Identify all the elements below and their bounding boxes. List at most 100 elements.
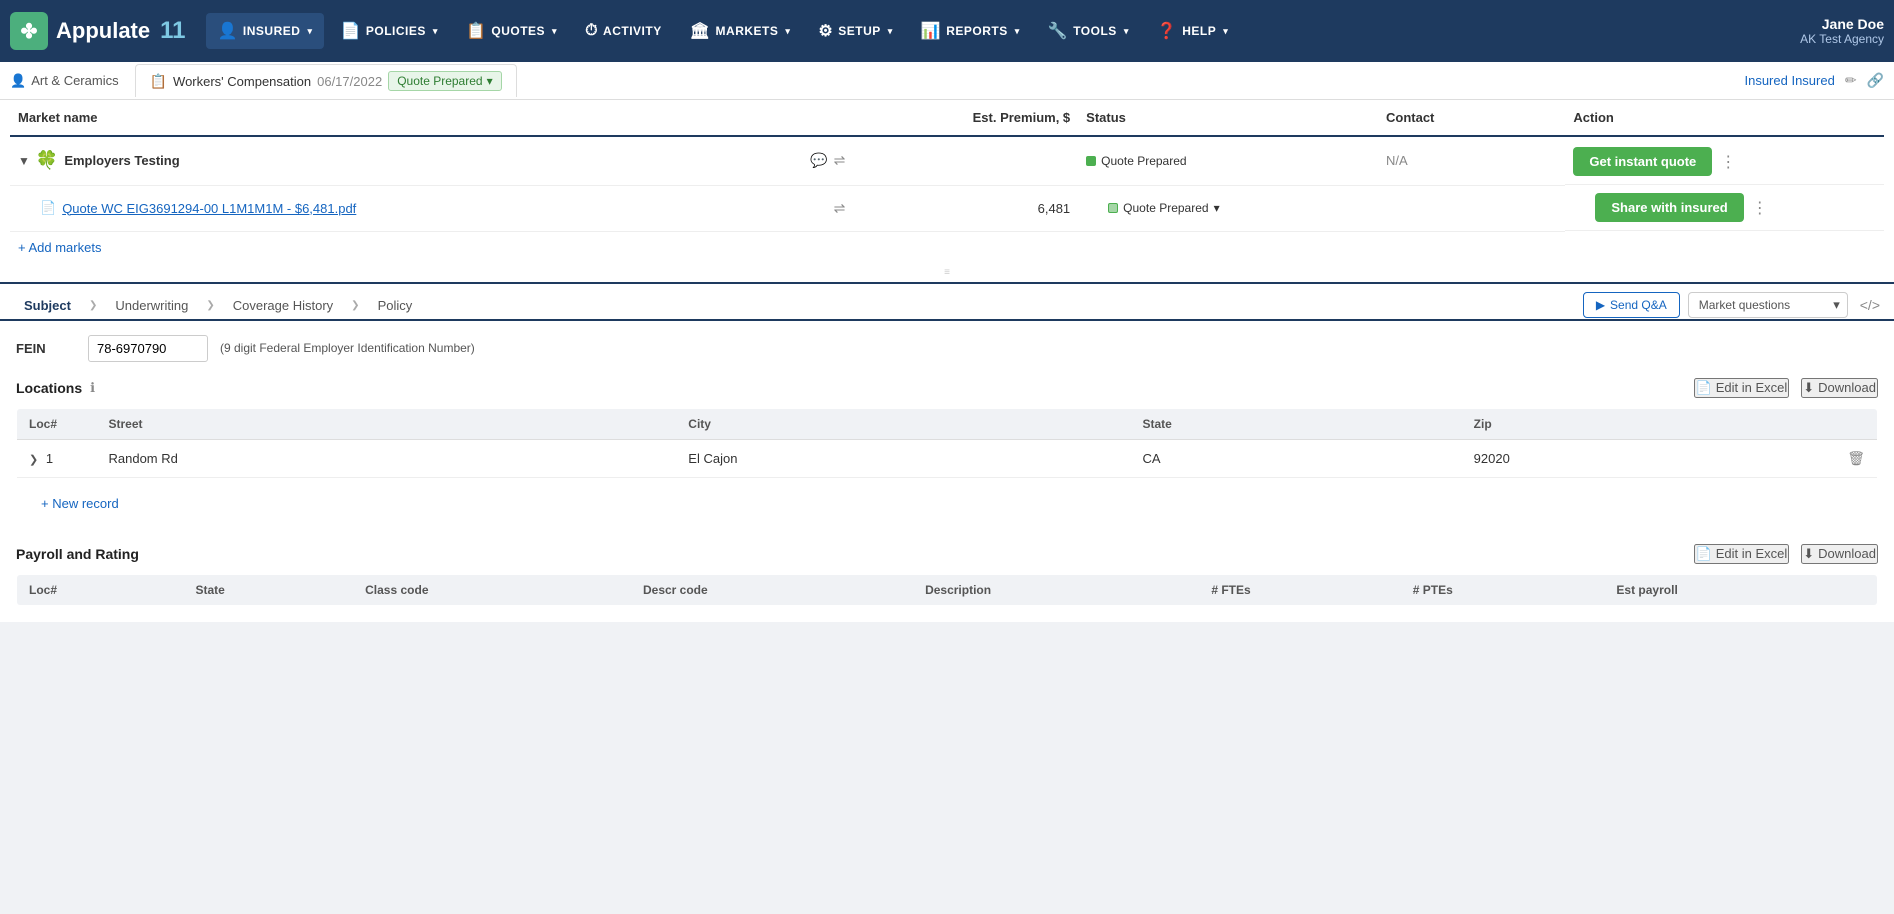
market-name-text: Employers Testing xyxy=(64,153,179,168)
download-icon: ⬇ xyxy=(1803,380,1814,396)
pr-col-description: Description xyxy=(913,574,1199,605)
market-flow-icon[interactable]: ⇌ xyxy=(834,152,846,169)
quote-more-menu-button[interactable]: ⋮ xyxy=(1752,198,1768,218)
market-table-wrap: Market name Est. Premium, $ Status Conta… xyxy=(0,100,1894,284)
market-chat-icon[interactable]: 💬 xyxy=(810,152,827,169)
status-badge[interactable]: Quote Prepared ▾ xyxy=(388,71,501,91)
tab-subject-label: Subject xyxy=(24,298,71,313)
nav-policies-label: POLICIES xyxy=(366,24,426,38)
get-instant-quote-button[interactable]: Get instant quote xyxy=(1573,147,1712,176)
scroll-hint: ≡ xyxy=(10,263,1884,282)
nav-item-tools[interactable]: 🔧 TOOLS ▾ xyxy=(1036,13,1141,49)
share-insured-icon[interactable]: 🔗 xyxy=(1867,72,1884,89)
quote-status-dropdown-icon[interactable]: ▾ xyxy=(1214,201,1220,215)
tabs-bar: Subject ❯ Underwriting ❯ Coverage Histor… xyxy=(0,284,1894,321)
locations-title: Locations xyxy=(16,380,82,396)
tab-policy[interactable]: Policy xyxy=(364,292,427,319)
payroll-download-icon: ⬇ xyxy=(1803,546,1814,562)
breadcrumb-tab[interactable]: 📋 Workers' Compensation 06/17/2022 Quote… xyxy=(135,64,517,97)
nav-item-quotes[interactable]: 📋 QUOTES ▾ xyxy=(454,13,569,49)
nav-item-policies[interactable]: 📄 POLICIES ▾ xyxy=(328,13,449,49)
quote-row: 📄 Quote WC EIG3691294-00 L1M1M1M - $6,48… xyxy=(10,185,1884,231)
col-market-name: Market name xyxy=(10,100,853,136)
nav-help-label: HELP xyxy=(1182,24,1216,38)
nav-item-insured[interactable]: 👤 INSURED ▾ xyxy=(206,13,325,49)
market-expand-icon[interactable]: ▼ xyxy=(18,154,30,168)
activity-nav-icon: ⏱ xyxy=(585,22,598,40)
quote-file-link[interactable]: Quote WC EIG3691294-00 L1M1M1M - $6,481.… xyxy=(62,201,356,216)
send-qa-button[interactable]: ▶ Send Q&A xyxy=(1583,292,1680,318)
add-markets-button[interactable]: + Add markets xyxy=(18,240,101,255)
market-questions-wrap: Market questions xyxy=(1688,292,1848,318)
locations-help-icon[interactable]: ℹ xyxy=(90,380,95,396)
user-name: Jane Doe xyxy=(1800,16,1884,32)
payroll-edit-excel-button[interactable]: 📄 Edit in Excel xyxy=(1694,544,1790,564)
insured-nav-icon: 👤 xyxy=(218,21,238,41)
nav-item-reports[interactable]: 📊 REPORTS ▾ xyxy=(909,13,1032,49)
loc-state-cell: CA xyxy=(1130,439,1461,477)
download-label: Download xyxy=(1818,380,1876,395)
col-status: Status xyxy=(1078,100,1378,136)
insured-breadcrumb-label[interactable]: Art & Ceramics xyxy=(31,73,118,88)
nav-quotes-label: QUOTES xyxy=(491,24,545,38)
new-record-button[interactable]: + New record xyxy=(29,488,131,519)
nav-item-activity[interactable]: ⏱ ACTIVITY xyxy=(573,14,674,48)
loc-col-state: State xyxy=(1130,408,1461,439)
loc-state-value: CA xyxy=(1142,451,1160,466)
nav-tools-label: TOOLS xyxy=(1073,24,1117,38)
send-qa-label: Send Q&A xyxy=(1610,298,1667,312)
pr-col-payroll: Est payroll xyxy=(1604,574,1877,605)
breadcrumb-bar: 👤 Art & Ceramics 📋 Workers' Compensation… xyxy=(0,62,1894,100)
market-action-cell: Get instant quote ⋮ xyxy=(1565,137,1884,185)
col-contact: Contact xyxy=(1378,100,1565,136)
nav-item-help[interactable]: ❓ HELP ▾ xyxy=(1145,13,1240,49)
fein-input[interactable] xyxy=(88,335,208,362)
tab-coverage-history[interactable]: Coverage History xyxy=(219,292,347,319)
loc-col-action xyxy=(1835,408,1877,439)
reports-nav-icon: 📊 xyxy=(921,21,941,41)
col-action: Action xyxy=(1565,100,1884,136)
tab-underwriting[interactable]: Underwriting xyxy=(101,292,202,319)
status-dropdown-icon[interactable]: ▾ xyxy=(487,74,493,88)
insured-profile-link[interactable]: Insured Insured xyxy=(1744,73,1834,88)
payroll-actions: 📄 Edit in Excel ⬇ Download xyxy=(1694,544,1878,564)
loc-street-value: Random Rd xyxy=(109,451,178,466)
quote-status-cell: Quote Prepared ▾ xyxy=(1078,185,1378,231)
nav-item-markets[interactable]: 🏛 MARKETS ▾ xyxy=(678,13,803,49)
insured-chevron-icon: ▾ xyxy=(307,26,312,37)
logo[interactable]: ✤ Appulate 11 xyxy=(10,12,186,50)
payroll-edit-excel-label: Edit in Excel xyxy=(1716,546,1788,561)
payroll-download-button[interactable]: ⬇ Download xyxy=(1801,544,1878,564)
breadcrumb-insured: 👤 Art & Ceramics xyxy=(10,73,119,89)
tab-policy-label: Policy xyxy=(378,298,413,313)
form-section: FEIN (9 digit Federal Employer Identific… xyxy=(0,321,1894,544)
tab-subject[interactable]: Subject xyxy=(10,292,85,319)
markets-chevron-icon: ▾ xyxy=(785,26,790,37)
edit-excel-icon: 📄 xyxy=(1696,380,1712,396)
quote-settings-icon[interactable]: ⇌ xyxy=(834,200,846,217)
loc-expand-icon[interactable]: ❯ xyxy=(29,454,38,466)
market-questions-select[interactable]: Market questions xyxy=(1688,292,1848,318)
loc-delete-button[interactable]: 🗑 xyxy=(1847,450,1865,467)
locations-edit-excel-button[interactable]: 📄 Edit in Excel xyxy=(1694,378,1790,398)
loc-zip-value: 92020 xyxy=(1474,451,1510,466)
edit-insured-icon[interactable]: ✏ xyxy=(1845,72,1857,89)
code-view-button[interactable]: </> xyxy=(1856,293,1884,317)
payroll-edit-excel-icon: 📄 xyxy=(1696,546,1712,562)
locations-download-button[interactable]: ⬇ Download xyxy=(1801,378,1878,398)
help-chevron-icon: ▾ xyxy=(1223,26,1228,37)
loc-col-num: Loc# xyxy=(17,408,97,439)
market-status-text: Quote Prepared xyxy=(1101,154,1186,168)
loc-zip-cell: 92020 xyxy=(1462,439,1836,477)
locations-section: Locations ℹ 📄 Edit in Excel ⬇ Download xyxy=(16,378,1878,530)
setup-nav-icon: ⚙ xyxy=(818,21,833,41)
insured-actions: Insured Insured ✏ 🔗 xyxy=(1744,72,1884,89)
share-with-insured-button[interactable]: Share with insured xyxy=(1595,193,1743,222)
market-more-menu-button[interactable]: ⋮ xyxy=(1720,152,1736,172)
payroll-section: Payroll and Rating 📄 Edit in Excel ⬇ Dow… xyxy=(0,544,1894,622)
fein-row: FEIN (9 digit Federal Employer Identific… xyxy=(16,335,1878,362)
nav-item-setup[interactable]: ⚙ SETUP ▾ xyxy=(806,13,904,49)
reports-chevron-icon: ▾ xyxy=(1015,26,1020,37)
tab-policy-name: Workers' Compensation xyxy=(173,74,311,89)
policies-nav-icon: 📄 xyxy=(340,21,360,41)
